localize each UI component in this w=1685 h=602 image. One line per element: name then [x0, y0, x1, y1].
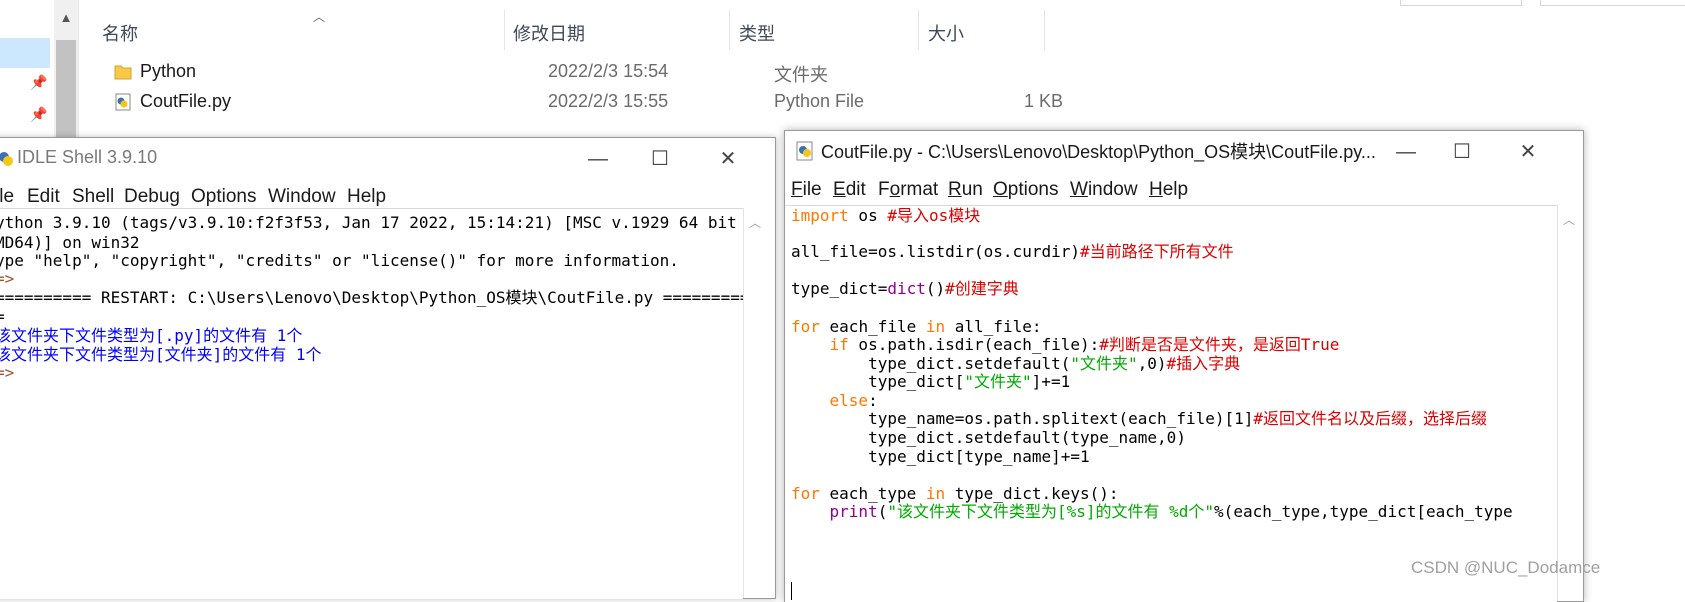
menu-shell[interactable]: Shell — [72, 186, 114, 208]
python-file-icon — [115, 93, 131, 111]
shell-output[interactable]: ython 3.9.10 (tags/v3.9.10:f2f3f53, Jan … — [0, 208, 756, 599]
code-line: else: — [829, 391, 878, 410]
shell-line: MD64)] on win32 — [0, 233, 140, 252]
code-line: if os.path.isdir(each_file):#判断是否是文件夹，是返… — [829, 335, 1340, 354]
python-logo-icon — [0, 152, 13, 166]
code-line: import os #导入os模块 — [791, 206, 981, 225]
idle-shell-window[interactable]: IDLE Shell 3.9.10 — ☐ ✕ ile Edit Shell D… — [0, 137, 776, 599]
code-line: all_file=os.listdir(os.curdir)#当前路径下所有文件 — [791, 242, 1234, 261]
menu-options[interactable]: Options — [993, 179, 1058, 201]
file-row[interactable]: Python 2022/2/3 15:54 文件夹 — [108, 57, 1108, 89]
file-type: Python File — [774, 91, 865, 111]
file-name: Python — [140, 61, 197, 81]
folder-icon — [114, 65, 132, 80]
code-line: for each_type in type_dict.keys(): — [791, 484, 1119, 503]
column-header-modified[interactable]: 修改日期 — [513, 20, 585, 46]
code-line: type_dict=dict()#创建字典 — [791, 279, 1019, 298]
column-divider[interactable] — [918, 10, 919, 50]
shell-title: IDLE Shell 3.9.10 — [17, 147, 158, 167]
pin-icon[interactable]: 📌 — [30, 74, 47, 91]
column-divider[interactable] — [1044, 10, 1045, 50]
menu-edit[interactable]: Edit — [27, 186, 60, 208]
file-size: 1 KB — [1024, 91, 1064, 111]
code-line: type_dict.setdefault(type_name,0) — [791, 428, 1186, 447]
column-header-size[interactable]: 大小 — [928, 20, 964, 46]
menu-format[interactable]: Format — [878, 179, 938, 201]
watermark: CSDN @NUC_Dodamce — [1411, 558, 1601, 577]
minimize-button[interactable]: — — [1383, 137, 1429, 167]
menu-run[interactable]: Run — [948, 179, 983, 201]
address-bar[interactable] — [1400, 0, 1522, 6]
code-line: for each_file in all_file: — [791, 317, 1042, 336]
nav-scrollbar[interactable]: ▲ — [54, 0, 78, 140]
column-divider[interactable] — [504, 10, 505, 50]
editor-scrollbar[interactable]: ︿ — [1557, 205, 1580, 601]
close-button[interactable]: ✕ — [705, 144, 751, 174]
file-row[interactable]: CoutFile.py 2022/2/3 15:55 Python File 1… — [108, 87, 1108, 119]
code-editor[interactable]: import os #导入os模块 all_file=os.listdir(os.… — [785, 205, 1557, 602]
text-cursor — [791, 582, 792, 600]
menu-help[interactable]: Help — [1149, 179, 1188, 201]
code-line: print("该文件夹下文件类型为[%s]的文件有 %d个"%(each_typ… — [829, 502, 1513, 521]
file-explorer: 📌 📌 ▲ ︿ 名称 修改日期 类型 大小 Python 2022/2/3 15… — [0, 0, 1685, 140]
menu-options[interactable]: Options — [191, 186, 256, 208]
column-divider[interactable] — [729, 10, 730, 50]
shell-line: => — [0, 363, 15, 382]
editor-menubar: File Edit Format Run Options Window Help — [785, 175, 1583, 203]
column-header-name[interactable]: 名称 — [102, 20, 138, 46]
maximize-button[interactable]: ☐ — [637, 144, 683, 174]
shell-scrollbar[interactable]: ︿ — [743, 208, 766, 598]
editor-titlebar[interactable]: CoutFile.py - C:\Users\Lenovo\Desktop\Py… — [785, 131, 1583, 173]
python-file-icon — [796, 141, 813, 161]
scroll-up-arrow-icon[interactable]: ︿ — [1558, 211, 1580, 228]
menu-window[interactable]: Window — [268, 186, 336, 208]
code-line: type_name=os.path.splitext(each_file)[1]… — [791, 409, 1488, 428]
file-name: CoutFile.py — [140, 91, 232, 111]
menu-file[interactable]: ile — [0, 186, 14, 208]
code-line: type_dict["文件夹"]+=1 — [791, 372, 1071, 391]
menu-file[interactable]: File — [791, 179, 822, 201]
shell-titlebar[interactable]: IDLE Shell 3.9.10 — ☐ ✕ — [0, 138, 775, 180]
shell-line: = — [0, 307, 5, 327]
pin-icon[interactable]: 📌 — [30, 106, 47, 123]
file-modified: 2022/2/3 15:55 — [548, 91, 669, 111]
scroll-up-arrow-icon[interactable]: ︿ — [744, 214, 766, 231]
file-modified: 2022/2/3 15:54 — [548, 61, 669, 81]
code-line: type_dict[type_name]+=1 — [791, 447, 1090, 466]
menu-window[interactable]: Window — [1070, 179, 1138, 201]
editor-title: CoutFile.py - C:\Users\Lenovo\Desktop\Py… — [821, 142, 1376, 162]
shell-line: 该文件夹下文件类型为[.py]的文件有 1个 — [0, 326, 303, 345]
shell-line: ype "help", "copyright", "credits" or "l… — [0, 251, 679, 270]
shell-line: ython 3.9.10 (tags/v3.9.10:f2f3f53, Jan … — [0, 213, 756, 232]
nav-selected-item[interactable] — [0, 38, 50, 68]
scrollbar-thumb[interactable] — [56, 40, 76, 140]
minimize-button[interactable]: — — [575, 144, 621, 174]
menu-help[interactable]: Help — [347, 186, 386, 208]
shell-menubar: ile Edit Shell Debug Options Window Help — [0, 182, 775, 210]
column-header-type[interactable]: 类型 — [739, 20, 775, 46]
shell-line: 该文件夹下文件类型为[文件夹]的文件有 1个 — [0, 345, 322, 364]
search-box[interactable] — [1540, 0, 1685, 6]
shell-line: => — [0, 269, 15, 288]
sort-caret-icon: ︿ — [313, 10, 326, 24]
scroll-up-arrow-icon[interactable]: ▲ — [54, 10, 78, 25]
menu-debug[interactable]: Debug — [124, 186, 180, 208]
navigation-pane: 📌 📌 ▲ — [0, 0, 79, 140]
file-type: 文件夹 — [774, 65, 828, 85]
menu-edit[interactable]: Edit — [833, 179, 866, 201]
shell-line: ========== RESTART: C:\Users\Lenovo\Desk… — [0, 288, 750, 307]
close-button[interactable]: ✕ — [1505, 137, 1551, 167]
maximize-button[interactable]: ☐ — [1439, 137, 1485, 167]
code-line: type_dict.setdefault("文件夹",0)#插入字典 — [791, 354, 1241, 373]
editor-window[interactable]: CoutFile.py - C:\Users\Lenovo\Desktop\Py… — [784, 130, 1584, 602]
